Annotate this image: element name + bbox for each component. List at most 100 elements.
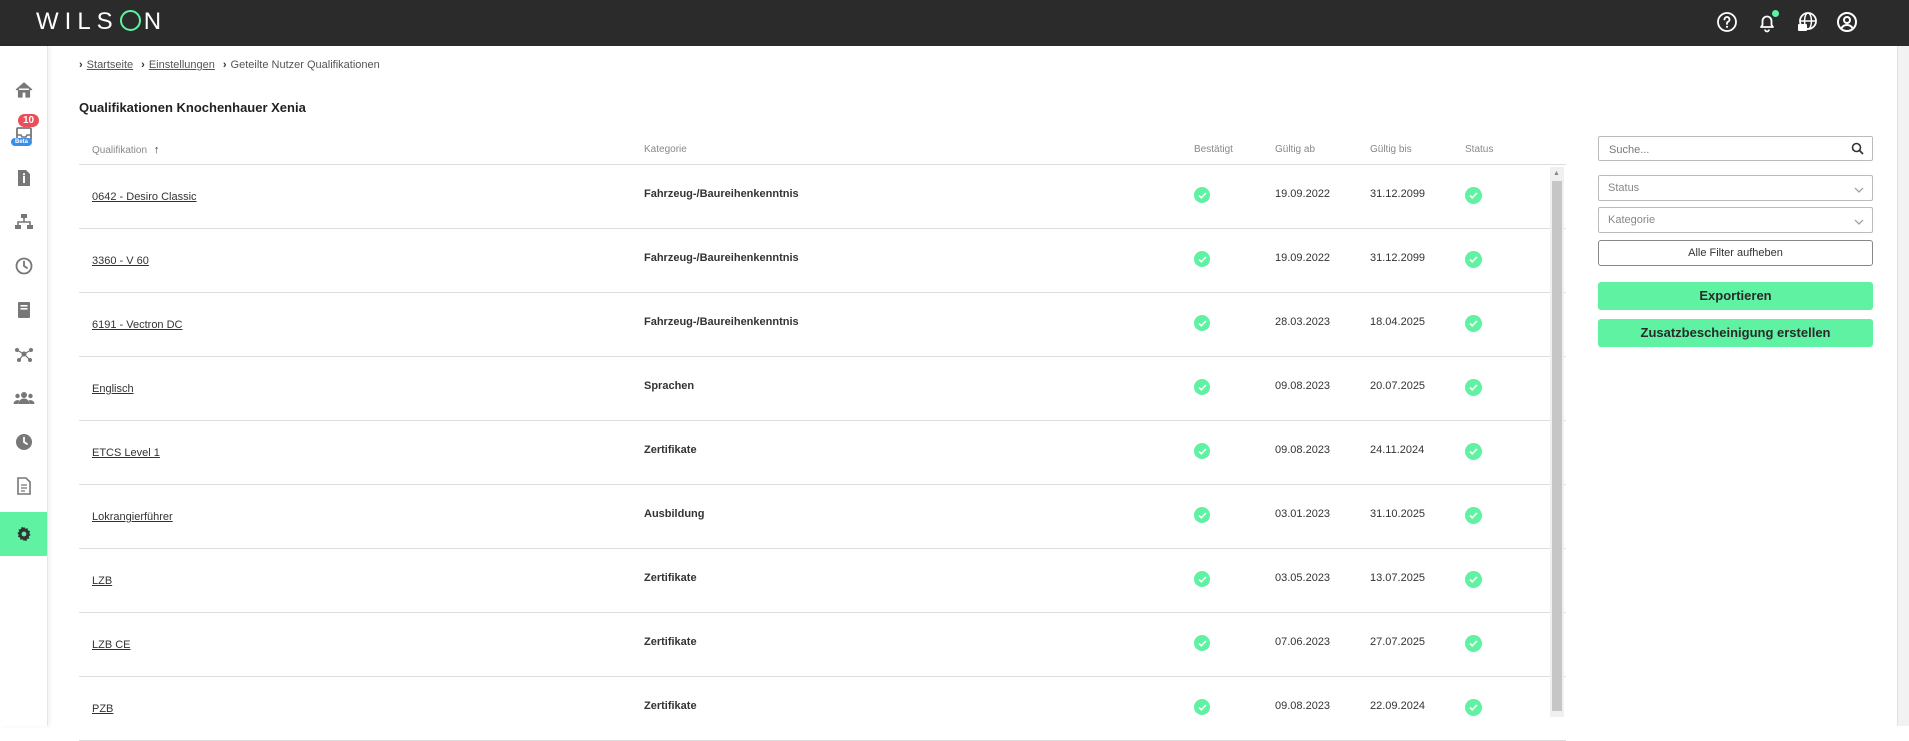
table-row[interactable]: LZB Zertifikate 03.05.2023 13.07.2025 — [79, 549, 1566, 613]
category-cell: Fahrzeug-/Baureihenkenntnis — [644, 188, 799, 200]
sidebar-item-nodes[interactable] — [0, 332, 47, 376]
column-header-kategorie[interactable]: Kategorie — [644, 144, 687, 155]
column-header-status[interactable]: Status — [1465, 144, 1493, 155]
qualification-link[interactable]: LZB CE — [92, 639, 131, 651]
status-check-icon — [1465, 699, 1482, 716]
qualification-link[interactable]: LZB — [92, 575, 112, 587]
breadcrumb-settings[interactable]: Einstellungen — [149, 59, 215, 71]
valid-from-cell: 09.08.2023 — [1275, 444, 1331, 456]
table-row[interactable]: 3360 - V 60 Fahrzeug-/Baureihenkenntnis 19… — [79, 229, 1566, 293]
column-header-bestaetigt[interactable]: Bestätigt — [1194, 144, 1233, 155]
column-header-qualifikation[interactable]: Qualifikation ↑ — [92, 144, 159, 156]
kategorie-select[interactable]: Kategorie — [1598, 207, 1873, 233]
bell-icon[interactable] — [1755, 10, 1779, 34]
status-select[interactable]: Status — [1598, 175, 1873, 201]
breadcrumb: › Startseite › Einstellungen › Geteilte Nut… — [79, 59, 380, 71]
status-cell — [1465, 187, 1482, 204]
table-scrollbar[interactable]: ▲ — [1550, 167, 1564, 717]
chevron-down-icon — [1854, 216, 1864, 228]
sidebar-item-file[interactable] — [0, 464, 47, 508]
sidebar-item-document-info[interactable] — [0, 156, 47, 200]
beta-badge: Beta — [11, 138, 33, 146]
confirmed-cell — [1194, 443, 1210, 459]
sort-arrow-up-icon: ↑ — [153, 144, 160, 156]
account-icon[interactable] — [1835, 10, 1859, 34]
sidebar-item-users[interactable] — [0, 376, 47, 420]
confirmed-check-icon — [1194, 315, 1210, 331]
column-header-gueltig-bis[interactable]: Gültig bis — [1370, 144, 1412, 155]
table-header: Qualifikation ↑ Kategorie Bestätigt Gült… — [79, 138, 1566, 165]
clock-icon — [15, 257, 32, 275]
chevron-right-icon: › — [141, 59, 145, 71]
notification-dot — [1772, 10, 1779, 17]
qualification-link[interactable]: PZB — [92, 703, 113, 715]
status-cell — [1465, 635, 1482, 652]
breadcrumb-home[interactable]: Startseite — [87, 59, 133, 71]
table-row[interactable]: 0642 - Desiro Classic Fahrzeug-/Baureihen… — [79, 165, 1566, 229]
confirmed-cell — [1194, 187, 1210, 203]
valid-until-cell: 22.09.2024 — [1370, 700, 1426, 712]
status-cell — [1465, 443, 1482, 460]
top-bar: WILS N — [0, 0, 1909, 46]
sidebar-item-inbox[interactable]: 10 Beta — [0, 112, 47, 156]
kategorie-select-placeholder: Kategorie — [1608, 214, 1656, 226]
confirmed-check-icon — [1194, 699, 1210, 715]
globe-icon[interactable] — [1795, 10, 1819, 34]
table-row[interactable]: LZB CE Zertifikate 07.06.2023 27.07.2025 — [79, 613, 1566, 677]
qualification-link[interactable]: 0642 - Desiro Classic — [92, 191, 197, 203]
confirmed-cell — [1194, 571, 1210, 587]
search-input[interactable] — [1607, 138, 1841, 161]
status-check-icon — [1465, 315, 1482, 332]
wilson-logo[interactable]: WILS N — [36, 8, 167, 36]
breadcrumb-current: Geteilte Nutzer Qualifikationen — [230, 59, 380, 71]
sidebar-item-network[interactable] — [0, 200, 47, 244]
column-header-gueltig-ab[interactable]: Gültig ab — [1275, 144, 1315, 155]
chevron-down-icon — [1854, 184, 1864, 196]
sidebar-item-time[interactable] — [0, 244, 47, 288]
qualification-link[interactable]: 6191 - Vectron DC — [92, 319, 183, 331]
search-icon[interactable] — [1851, 142, 1864, 160]
valid-from-cell: 07.06.2023 — [1275, 636, 1331, 648]
table-row[interactable]: Lokrangierführer Ausbildung 03.01.2023 31.1… — [79, 485, 1566, 549]
valid-from-cell: 09.08.2023 — [1275, 380, 1331, 392]
confirmed-check-icon — [1194, 251, 1210, 267]
valid-until-cell: 20.07.2025 — [1370, 380, 1426, 392]
category-cell: Fahrzeug-/Baureihenkenntnis — [644, 252, 799, 264]
gear-icon — [16, 526, 31, 542]
chevron-right-icon: › — [79, 59, 83, 71]
table-row[interactable]: Englisch Sprachen 09.08.2023 20.07.2025 — [79, 357, 1566, 421]
table-row[interactable]: PZB Zertifikate 09.08.2023 22.09.2024 — [79, 677, 1566, 741]
qualification-link[interactable]: 3360 - V 60 — [92, 255, 149, 267]
status-check-icon — [1465, 571, 1482, 588]
qualification-link[interactable]: Lokrangierführer — [92, 511, 173, 523]
page-scrollbar[interactable] — [1897, 46, 1909, 726]
search-box — [1598, 136, 1873, 161]
confirmed-cell — [1194, 315, 1210, 331]
sidebar-item-history[interactable] — [0, 420, 47, 464]
sidebar-item-settings[interactable] — [0, 512, 47, 556]
export-button[interactable]: Exportieren — [1598, 282, 1873, 310]
confirmed-cell — [1194, 699, 1210, 715]
qualification-link[interactable]: ETCS Level 1 — [92, 447, 160, 459]
file-icon — [16, 477, 31, 495]
help-icon[interactable] — [1715, 10, 1739, 34]
status-check-icon — [1465, 187, 1482, 204]
scroll-up-icon[interactable]: ▲ — [1553, 170, 1560, 177]
clear-filters-button[interactable]: Alle Filter aufheben — [1598, 240, 1873, 266]
scroll-thumb[interactable] — [1552, 181, 1562, 711]
confirmed-check-icon — [1194, 571, 1210, 587]
confirmed-cell — [1194, 251, 1210, 267]
valid-from-cell: 03.01.2023 — [1275, 508, 1331, 520]
table-row[interactable]: 6191 - Vectron DC Fahrzeug-/Baureihenkenn… — [79, 293, 1566, 357]
status-check-icon — [1465, 507, 1482, 524]
category-cell: Zertifikate — [644, 636, 697, 648]
qualification-link[interactable]: Englisch — [92, 383, 134, 395]
category-cell: Zertifikate — [644, 700, 697, 712]
logo-ring-icon — [119, 10, 141, 31]
valid-from-cell: 03.05.2023 — [1275, 572, 1331, 584]
sidebar-item-home[interactable] — [0, 68, 47, 112]
sidebar-item-book[interactable] — [0, 288, 47, 332]
create-certificate-button[interactable]: Zusatzbescheinigung erstellen — [1598, 319, 1873, 347]
table-row[interactable]: ETCS Level 1 Zertifikate 09.08.2023 24.11.2… — [79, 421, 1566, 485]
status-check-icon — [1465, 635, 1482, 652]
